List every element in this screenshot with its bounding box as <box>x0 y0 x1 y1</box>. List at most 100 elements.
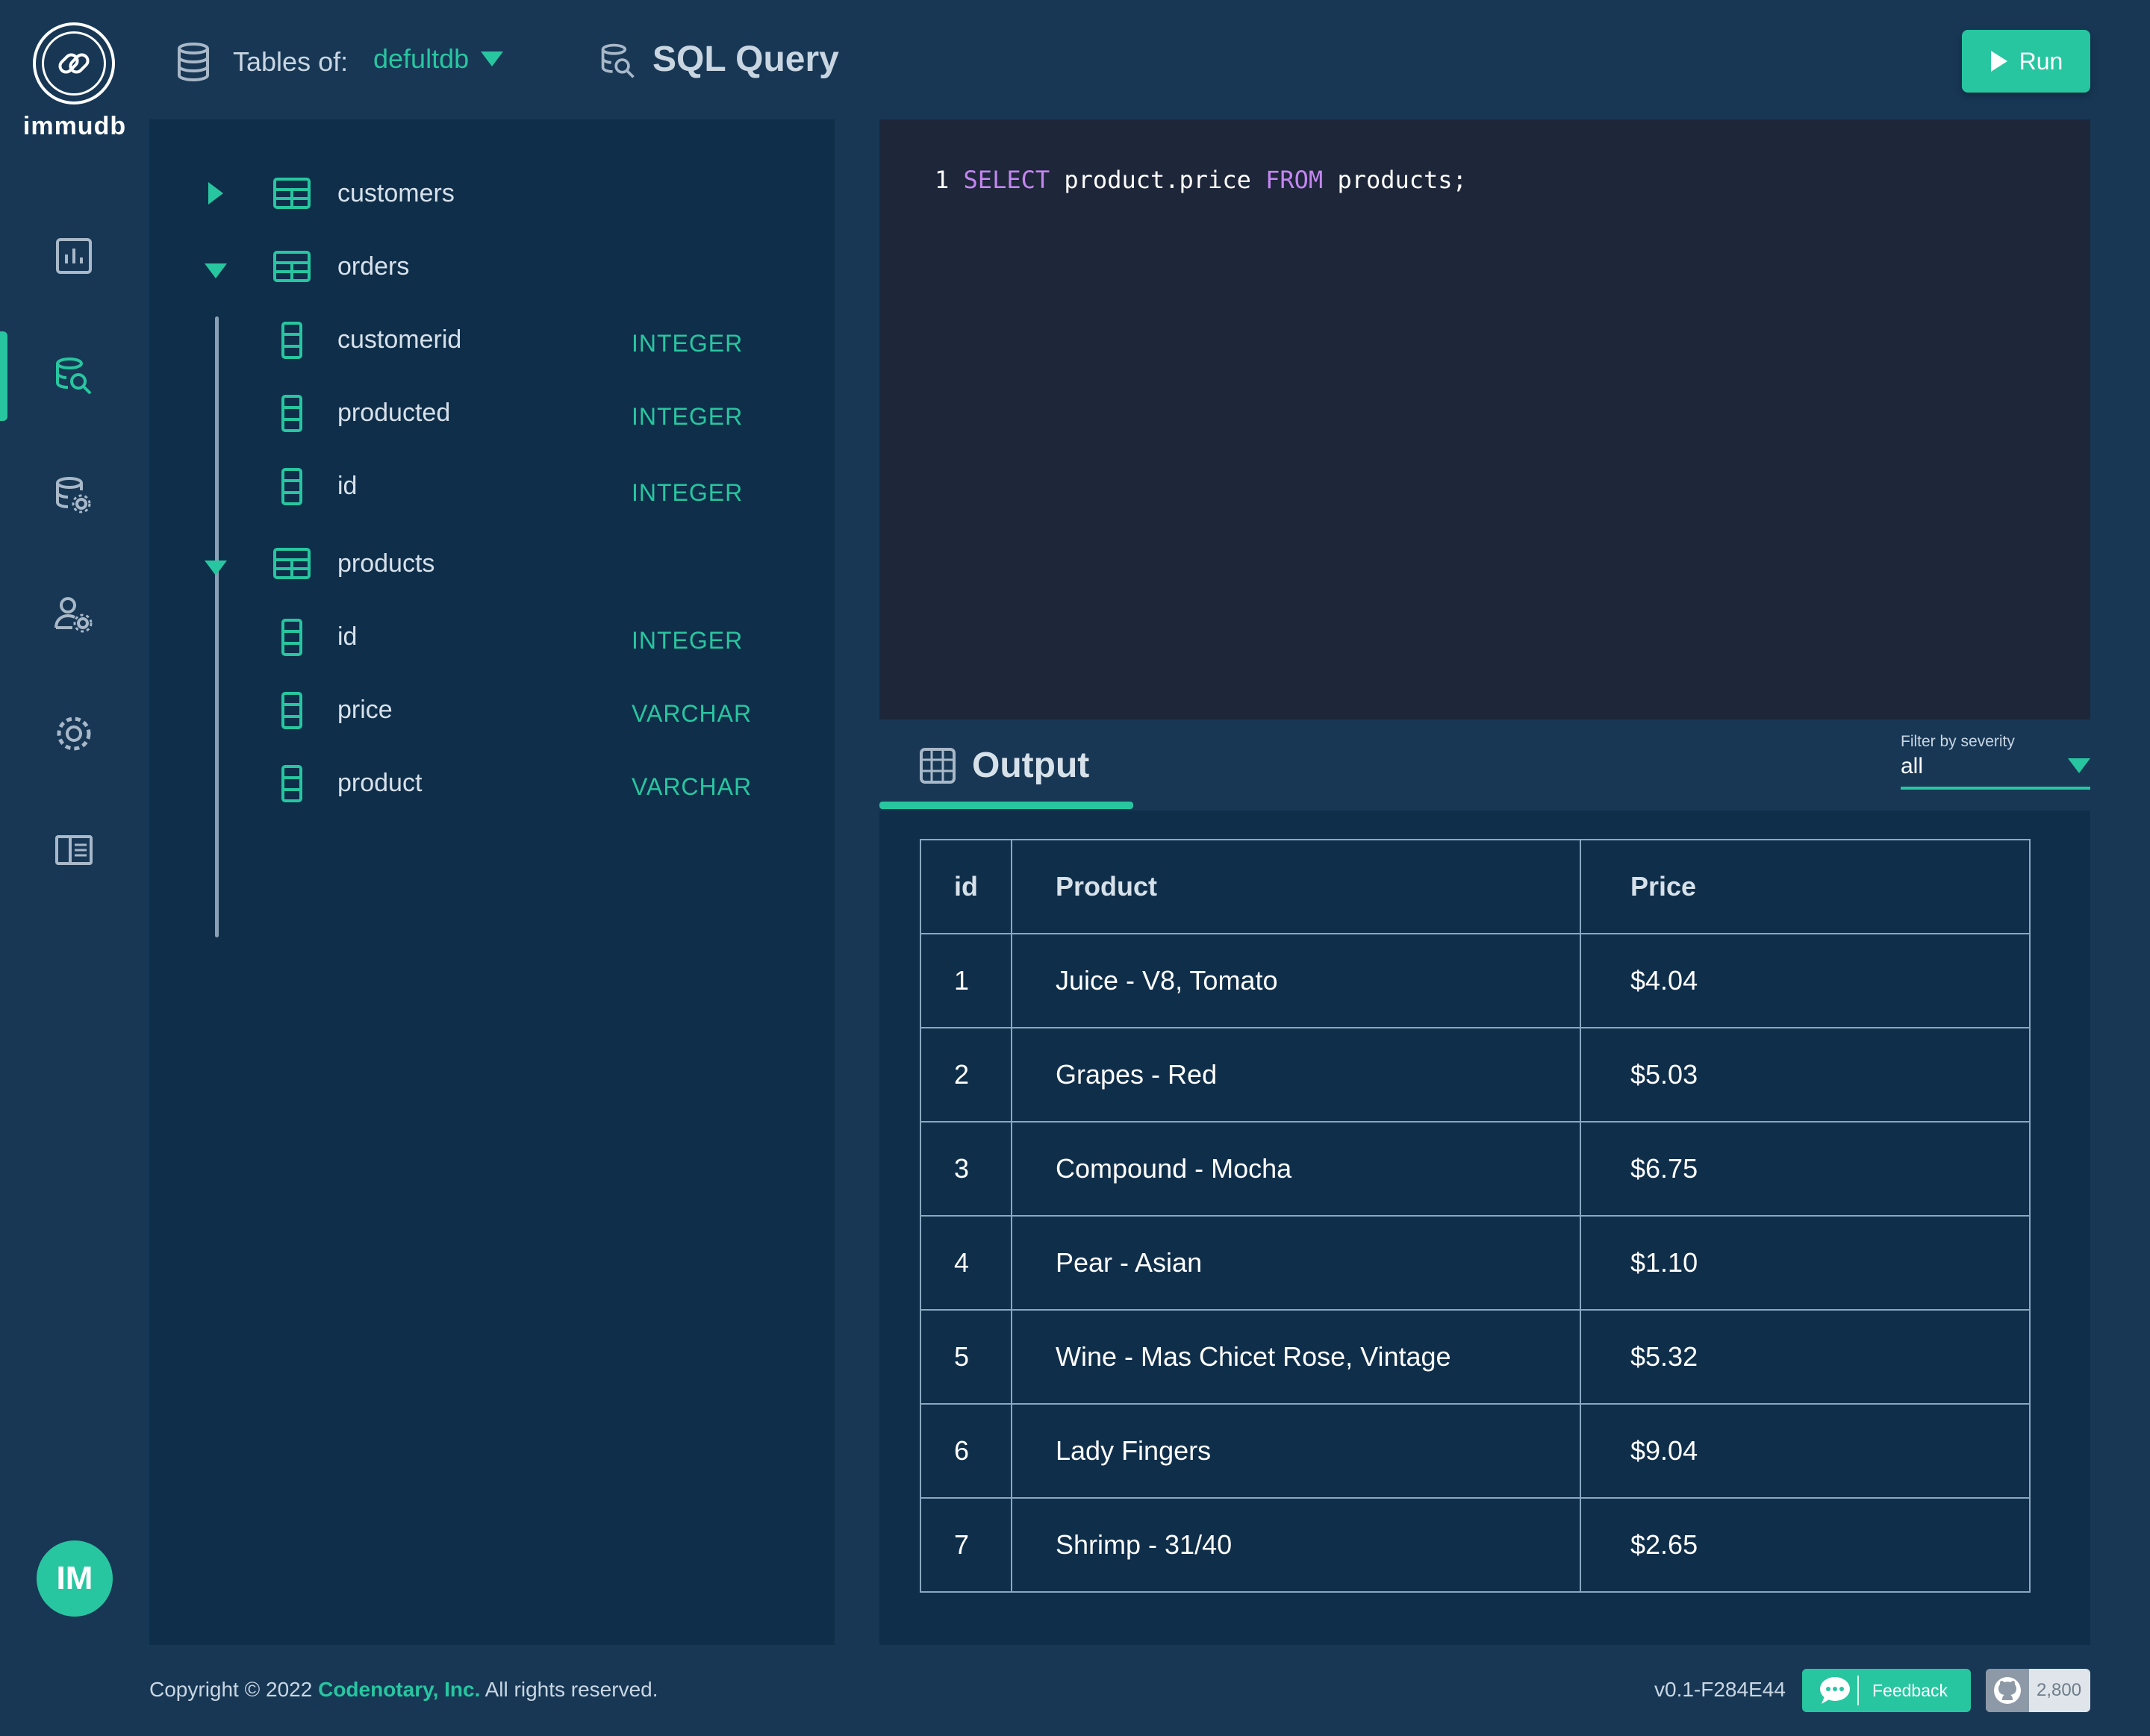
severity-filter-select[interactable]: all <box>1901 754 2090 787</box>
copyright-prefix: Copyright © 2022 <box>149 1678 319 1701</box>
chevron-down-icon <box>2068 758 2090 773</box>
play-icon <box>1990 51 2007 72</box>
result-table: id Product Price 1 Juice - V8, Tomato $4… <box>920 839 2031 1593</box>
cell-price: $9.04 <box>1580 1403 2031 1499</box>
run-button[interactable]: Run <box>1962 30 2090 93</box>
cell-product: Juice - V8, Tomato <box>1011 933 1581 1028</box>
copyright-suffix: All rights reserved. <box>480 1678 658 1701</box>
cell-id: 5 <box>920 1309 1012 1405</box>
immudb-logo-icon[interactable] <box>33 22 115 104</box>
cell-product: Pear - Asian <box>1011 1215 1581 1311</box>
cell-product: Compound - Mocha <box>1011 1121 1581 1217</box>
column-name: id <box>337 622 358 651</box>
column-header-price[interactable]: Price <box>1580 839 2031 934</box>
column-node[interactable]: producted INTEGER <box>149 391 835 436</box>
sql-editor[interactable]: 1 SELECT product.price FROM products; <box>879 119 2090 719</box>
column-node[interactable]: customerid INTEGER <box>149 318 835 363</box>
caret-down-icon[interactable] <box>205 557 227 579</box>
table-row: 6 Lady Fingers $9.04 <box>920 1403 2031 1499</box>
table-icon <box>273 251 311 282</box>
table-row: 4 Pear - Asian $1.10 <box>920 1215 2031 1311</box>
active-nav-indicator <box>0 331 7 421</box>
column-type: INTEGER <box>632 403 744 430</box>
keyword-from: FROM <box>1265 166 1324 194</box>
column-type: INTEGER <box>632 330 744 357</box>
column-node[interactable]: id INTEGER <box>149 615 835 660</box>
github-star-count: 2,800 <box>2037 1680 2082 1700</box>
table-row: 1 Juice - V8, Tomato $4.04 <box>920 933 2031 1028</box>
output-grid-icon <box>920 748 956 787</box>
column-node[interactable]: price VARCHAR <box>149 688 835 733</box>
filter-value: all <box>1901 754 1924 778</box>
select-expression: product.price <box>1064 166 1251 194</box>
column-name: customerid <box>337 325 462 354</box>
nav-dashboard-icon[interactable] <box>48 230 100 282</box>
cell-price: $1.10 <box>1580 1215 2031 1311</box>
chat-bubble-icon <box>1820 1677 1850 1704</box>
cell-id: 2 <box>920 1027 1012 1123</box>
cell-id: 7 <box>920 1497 1012 1593</box>
column-icon <box>281 468 302 505</box>
chevron-down-icon <box>481 51 504 66</box>
cell-product: Lady Fingers <box>1011 1403 1581 1499</box>
column-header-product[interactable]: Product <box>1011 839 1581 934</box>
cell-price: $6.75 <box>1580 1121 2031 1217</box>
column-node[interactable]: id INTEGER <box>149 464 835 509</box>
nav-gear-icon[interactable] <box>48 708 100 760</box>
nav-user-settings-icon[interactable] <box>48 588 100 640</box>
left-nav-rail: immudb IM <box>0 0 149 1736</box>
cell-id: 3 <box>920 1121 1012 1217</box>
table-icon <box>273 548 311 579</box>
column-name: price <box>337 696 393 724</box>
code-line: 1 SELECT product.price FROM products; <box>935 166 1467 194</box>
database-name: defultdb <box>373 43 470 74</box>
github-icon <box>1994 1677 2021 1704</box>
table-header-row: id Product Price <box>920 839 2031 934</box>
output-panel: id Product Price 1 Juice - V8, Tomato $4… <box>879 811 2090 1645</box>
cell-id: 4 <box>920 1215 1012 1311</box>
cell-price: $4.04 <box>1580 933 2031 1028</box>
filter-label: Filter by severity <box>1901 733 2015 750</box>
line-number: 1 <box>935 166 950 194</box>
cell-price: $5.32 <box>1580 1309 2031 1405</box>
table-name: customers <box>337 179 455 207</box>
nav-sql-query-icon[interactable] <box>48 349 100 402</box>
nav-database-settings-icon[interactable] <box>48 469 100 521</box>
column-icon <box>281 765 302 802</box>
sql-query-icon <box>599 40 638 84</box>
company-link[interactable]: Codenotary, Inc. <box>318 1678 480 1701</box>
active-tab-indicator <box>879 802 1133 809</box>
database-selector[interactable]: defultdb <box>373 43 504 75</box>
table-node-customers[interactable]: customers <box>149 172 835 216</box>
table-row: 2 Grapes - Red $5.03 <box>920 1027 2031 1123</box>
column-header-id[interactable]: id <box>920 839 1012 934</box>
table-node-products[interactable]: products <box>149 542 835 587</box>
column-icon <box>281 395 302 432</box>
github-stars-button[interactable]: 2,800 <box>1986 1669 2090 1712</box>
table-node-orders[interactable]: orders <box>149 245 835 290</box>
table-row: 3 Compound - Mocha $6.75 <box>920 1121 2031 1217</box>
nav-docs-icon[interactable] <box>48 824 100 876</box>
cell-id: 1 <box>920 933 1012 1028</box>
feedback-button[interactable]: Feedback <box>1802 1669 1971 1712</box>
cell-product: Shrimp - 31/40 <box>1011 1497 1581 1593</box>
run-button-label: Run <box>2019 47 2063 75</box>
caret-right-icon[interactable] <box>205 182 227 204</box>
cell-price: $5.03 <box>1580 1027 2031 1123</box>
column-node[interactable]: product VARCHAR <box>149 761 835 806</box>
column-icon <box>281 619 302 656</box>
table-reference: products; <box>1337 166 1467 194</box>
column-icon <box>281 322 302 359</box>
tab-output[interactable]: Output <box>972 745 1089 786</box>
table-icon <box>273 178 311 209</box>
page-title: SQL Query <box>652 40 839 79</box>
user-avatar[interactable]: IM <box>37 1540 113 1617</box>
table-row: 7 Shrimp - 31/40 $2.65 <box>920 1497 2031 1593</box>
column-type: VARCHAR <box>632 700 752 727</box>
caret-down-icon[interactable] <box>205 260 227 282</box>
keyword-select: SELECT <box>963 166 1050 194</box>
cell-product: Grapes - Red <box>1011 1027 1581 1123</box>
version-label: v0.1-F284E44 <box>1654 1678 1786 1701</box>
table-name: products <box>337 549 435 578</box>
column-name: product <box>337 769 423 797</box>
